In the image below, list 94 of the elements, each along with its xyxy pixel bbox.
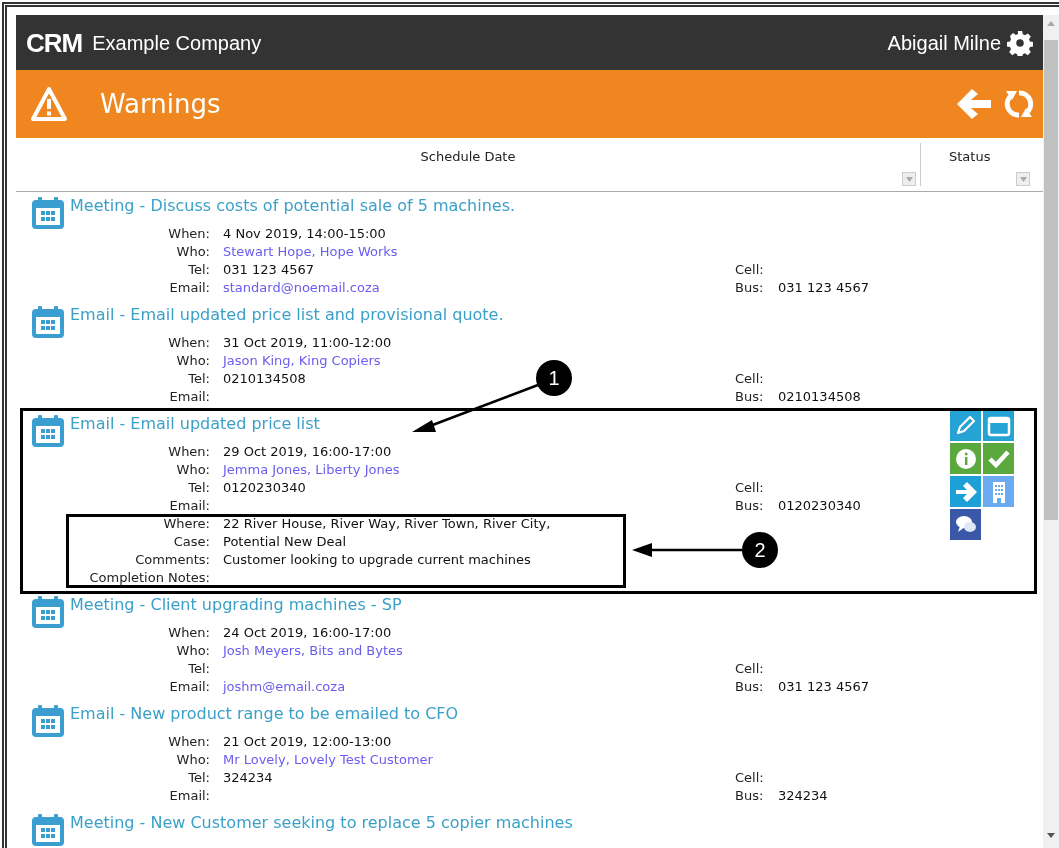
field-label: Case:	[172, 533, 210, 551]
field-value: 031 123 4567	[778, 678, 869, 696]
field-label: Tel:	[187, 370, 210, 388]
field-label: Tel:	[187, 479, 210, 497]
contact-link[interactable]: Mr Lovely, Lovely Test Customer	[223, 751, 433, 769]
field-value: 21 Oct 2019, 12:00-13:00	[223, 733, 392, 751]
field-label: When:	[167, 624, 210, 642]
field-value: 31 Oct 2019, 11:00-12:00	[223, 334, 392, 352]
field-label: Tel:	[187, 261, 210, 279]
activity-title[interactable]: Meeting - Discuss costs of potential sale of 5 machines.	[70, 195, 516, 217]
field-label: Email:	[168, 787, 210, 805]
field-value: 4 Nov 2019, 14:00-15:00	[223, 225, 386, 243]
warning-icon	[30, 86, 68, 122]
field-value: 22 River House, River Way, River Town, River City,	[223, 515, 551, 533]
contact-link[interactable]: Stewart Hope, Hope Works	[223, 243, 398, 261]
field-label: When:	[167, 225, 210, 243]
field-value: Potential New Deal	[223, 533, 347, 551]
scroll-down-icon[interactable]	[1047, 833, 1055, 838]
field-label: Tel:	[187, 769, 210, 787]
field-label: Who:	[175, 243, 210, 261]
field-label: Cell:	[735, 479, 765, 497]
field-label: Cell:	[735, 660, 765, 678]
scrollbar[interactable]	[1043, 15, 1059, 848]
field-value: 324234	[778, 787, 828, 805]
field-label: Bus:	[735, 388, 765, 406]
field-label: When:	[167, 443, 210, 461]
filter-dropdown[interactable]	[1016, 172, 1030, 186]
field-label: Cell:	[735, 769, 765, 787]
caret-icon	[1019, 176, 1027, 182]
field-value: 24 Oct 2019, 16:00-17:00	[223, 624, 392, 642]
field-value: 0120230340	[223, 479, 306, 497]
field-label: Email:	[168, 279, 210, 297]
settings-icon[interactable]	[1007, 29, 1033, 56]
activity-title[interactable]: Email - New product range to be emailed to CFO	[70, 703, 459, 725]
callout-number: 1	[536, 360, 572, 396]
field-label: Bus:	[735, 279, 765, 297]
column-header[interactable]: Status	[921, 143, 1043, 186]
calendar-icon	[30, 195, 66, 231]
calendar-button[interactable]	[983, 410, 1014, 441]
caret-icon	[905, 176, 913, 182]
field-label: Who:	[175, 642, 210, 660]
field-label: Email:	[168, 678, 210, 696]
field-value: 031 123 4567	[778, 279, 869, 297]
chat-button[interactable]	[950, 509, 981, 540]
field-value: 031 123 4567	[223, 261, 314, 279]
field-label: Cell:	[735, 261, 765, 279]
field-label: Bus:	[735, 678, 765, 696]
calendar-icon	[30, 304, 66, 340]
field-label: Who:	[175, 352, 210, 370]
field-label: Cell:	[735, 370, 765, 388]
refresh-icon[interactable]	[1003, 87, 1035, 121]
calendar-icon	[30, 703, 66, 739]
field-label: Email:	[168, 388, 210, 406]
page-title: Warnings	[100, 87, 221, 121]
company-name: Example Company	[92, 30, 262, 56]
calendar-icon	[30, 812, 66, 848]
activity-title[interactable]: Meeting - New Customer seeking to replace 5 copier machines	[70, 812, 573, 834]
logo: CRM	[26, 29, 83, 56]
edit-button[interactable]	[950, 410, 981, 441]
contact-link[interactable]: Jason King, King Copiers	[223, 352, 381, 370]
field-label: Completion Notes:	[88, 569, 210, 587]
calendar-icon	[30, 413, 66, 449]
scrollbar-thumb[interactable]	[1044, 40, 1058, 520]
forward-button[interactable]	[950, 476, 981, 507]
scroll-up-icon[interactable]	[1047, 21, 1055, 26]
field-value: 0120230340	[778, 497, 861, 515]
contact-link[interactable]: Josh Meyers, Bits and Bytes	[223, 642, 403, 660]
field-value: 29 Oct 2019, 16:00-17:00	[223, 443, 392, 461]
field-label: Who:	[175, 751, 210, 769]
field-label: Who:	[175, 461, 210, 479]
field-label: When:	[167, 733, 210, 751]
callout-number: 2	[742, 532, 778, 568]
field-value: 324234	[223, 769, 273, 787]
field-value: 0210134508	[778, 388, 861, 406]
column-header[interactable]: Schedule Date	[16, 143, 921, 186]
field-label: Bus:	[735, 497, 765, 515]
user-name[interactable]: Abigail Milne	[887, 27, 1001, 58]
field-label: Where:	[162, 515, 210, 533]
activity-title[interactable]: Email - Email updated price list	[70, 413, 320, 435]
field-label: Comments:	[134, 551, 210, 569]
field-label: When:	[167, 334, 210, 352]
field-value: Customer looking to upgrade current machines	[223, 551, 531, 569]
back-arrow-icon[interactable]	[955, 87, 993, 121]
contact-link[interactable]: joshm@email.coza	[223, 678, 346, 696]
field-label: Tel:	[187, 660, 210, 678]
activity-title[interactable]: Meeting - Client upgrading machines - SP	[70, 594, 402, 616]
contact-link[interactable]: standard@noemail.coza	[223, 279, 380, 297]
calendar-icon	[30, 594, 66, 630]
field-label: Bus:	[735, 787, 765, 805]
field-value: 0210134508	[223, 370, 306, 388]
contact-link[interactable]: Jemma Jones, Liberty Jones	[223, 461, 400, 479]
activity-title[interactable]: Email - Email updated price list and provisional quote.	[70, 304, 504, 326]
filter-dropdown[interactable]	[902, 172, 916, 186]
field-label: Email:	[168, 497, 210, 515]
